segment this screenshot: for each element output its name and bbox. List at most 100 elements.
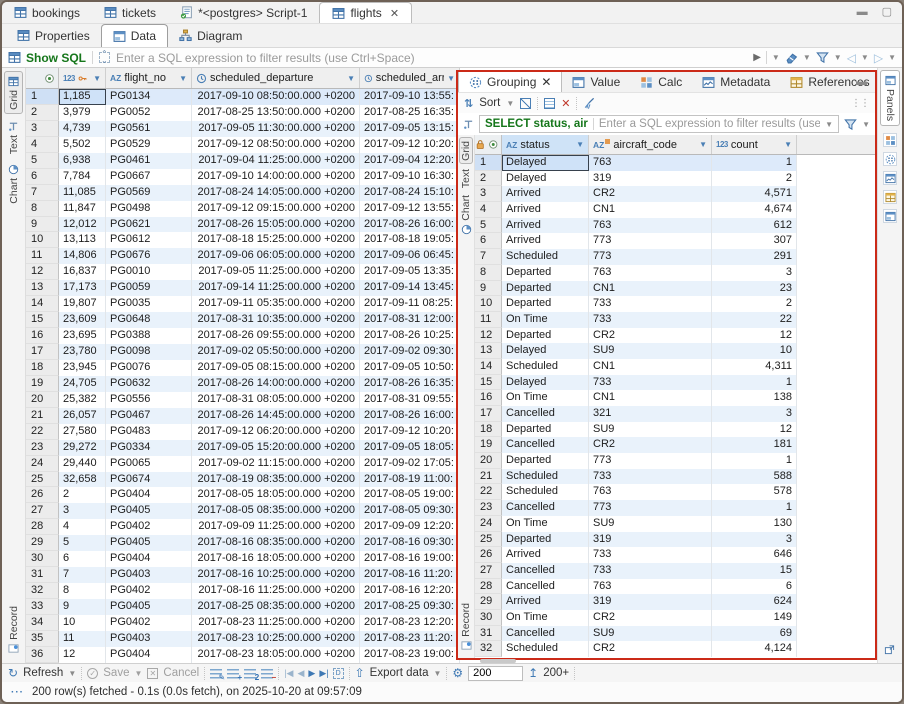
row-number[interactable]: 7: [475, 249, 502, 265]
row-number[interactable]: 8: [26, 201, 59, 217]
cell[interactable]: Departed: [502, 265, 589, 281]
cancel-button[interactable]: Cancel: [163, 667, 199, 679]
sort-button[interactable]: Sort: [479, 97, 500, 109]
cell[interactable]: 10: [712, 343, 797, 359]
cell[interactable]: 2017-09-12 09:15:00.000 +0200: [192, 201, 360, 217]
cell[interactable]: 2017-09-05 11:25:00.000 +0200: [192, 264, 360, 280]
row-number[interactable]: 30: [475, 610, 502, 626]
row-number[interactable]: 2: [475, 171, 502, 187]
table-row[interactable]: 11On Time73322: [475, 312, 875, 328]
cell[interactable]: 2017-09-09 12:20:: [360, 519, 460, 535]
filter-input[interactable]: Enter a SQL expression to filter results…: [116, 51, 747, 65]
cell[interactable]: 733: [589, 375, 712, 391]
cell[interactable]: PG0404: [106, 487, 192, 503]
cell[interactable]: 2017-08-05 19:00:: [360, 487, 460, 503]
row-number[interactable]: 13: [26, 280, 59, 296]
cell[interactable]: PG0403: [106, 631, 192, 647]
row-number[interactable]: 35: [26, 631, 59, 647]
close-icon[interactable]: ✕: [541, 75, 551, 89]
row-number[interactable]: 28: [26, 519, 59, 535]
refresh-icon[interactable]: ↻: [8, 666, 18, 680]
table-row[interactable]: 2532,658PG06742017-08-19 08:35:00.000 +0…: [26, 472, 460, 488]
cell[interactable]: PG0405: [106, 599, 192, 615]
row-number[interactable]: 18: [26, 360, 59, 376]
table-row[interactable]: 23,979PG00522017-08-25 13:50:00.000 +020…: [26, 105, 460, 121]
cell[interactable]: 2017-08-16 19:00:: [360, 551, 460, 567]
cell[interactable]: 4,739: [59, 121, 106, 137]
next-row-icon[interactable]: ▶: [308, 668, 315, 679]
cell[interactable]: Scheduled: [502, 359, 589, 375]
cell[interactable]: 2017-09-05 13:35:: [360, 264, 460, 280]
cell[interactable]: Scheduled: [502, 641, 589, 657]
cell[interactable]: 319: [589, 532, 712, 548]
table-row[interactable]: 20Departed7731: [475, 453, 875, 469]
cell[interactable]: 2017-09-05 15:20:00.000 +0200: [192, 440, 360, 456]
chevron-down-icon[interactable]: ▼: [772, 53, 780, 62]
tab-metadata[interactable]: Metadata: [692, 72, 780, 92]
tab-properties[interactable]: Properties: [6, 24, 101, 47]
cell[interactable]: 2017-08-24 14:05:00.000 +0200: [192, 185, 360, 201]
cell[interactable]: 2017-09-04 12:20:: [360, 153, 460, 169]
cell[interactable]: 2017-09-02 11:15:00.000 +0200: [192, 456, 360, 472]
cell[interactable]: 3: [712, 265, 797, 281]
cell[interactable]: 588: [712, 469, 797, 485]
row-number[interactable]: 6: [475, 233, 502, 249]
cell[interactable]: Departed: [502, 532, 589, 548]
table-row[interactable]: 13DelayedSU910: [475, 343, 875, 359]
table-row[interactable]: 4ArrivedCN14,674: [475, 202, 875, 218]
table-row[interactable]: 14ScheduledCN14,311: [475, 359, 875, 375]
chevron-down-icon[interactable]: ▼: [803, 53, 811, 62]
tab-calc[interactable]: Calc: [630, 72, 692, 92]
cell[interactable]: CN1: [589, 359, 712, 375]
cell[interactable]: 4,571: [712, 186, 797, 202]
table-row[interactable]: 56,938PG04612017-09-04 11:25:00.000 +020…: [26, 153, 460, 169]
cell[interactable]: 578: [712, 484, 797, 500]
cell[interactable]: On Time: [502, 610, 589, 626]
row-number[interactable]: 16: [26, 328, 59, 344]
first-row-icon[interactable]: |◀: [284, 668, 293, 679]
cell[interactable]: 2017-08-16 08:35:00.000 +0200: [192, 535, 360, 551]
table-row[interactable]: 9DepartedCN123: [475, 281, 875, 297]
cell[interactable]: 11: [59, 631, 106, 647]
table-row[interactable]: 328PG04022017-08-16 11:25:00.000 +020020…: [26, 583, 460, 599]
row-number[interactable]: 5: [26, 153, 59, 169]
row-number[interactable]: 12: [26, 264, 59, 280]
cell[interactable]: On Time: [502, 312, 589, 328]
cell[interactable]: 2017-08-26 15:05:00.000 +0200: [192, 217, 360, 233]
chevron-down-icon[interactable]: ▼: [347, 74, 355, 83]
gear-icon[interactable]: ⚙: [452, 666, 463, 680]
row-number[interactable]: 13: [475, 343, 502, 359]
cell[interactable]: PG0065: [106, 456, 192, 472]
row-number[interactable]: 26: [26, 487, 59, 503]
table-row[interactable]: 2329,272PG03342017-09-05 15:20:00.000 +0…: [26, 440, 460, 456]
table-row[interactable]: 306PG04042017-08-16 18:05:00.000 +020020…: [26, 551, 460, 567]
row-number[interactable]: 5: [475, 218, 502, 234]
cell[interactable]: 733: [589, 312, 712, 328]
row-number[interactable]: 34: [26, 615, 59, 631]
cell[interactable]: PG0402: [106, 583, 192, 599]
tab-data[interactable]: Data: [101, 24, 168, 47]
cell[interactable]: PG0052: [106, 105, 192, 121]
cell[interactable]: 2017-08-05 08:35:00.000 +0200: [192, 503, 360, 519]
table-row[interactable]: 25Departed3193: [475, 532, 875, 548]
cell[interactable]: 2017-08-26 16:00:: [360, 408, 460, 424]
cell[interactable]: PG0404: [106, 551, 192, 567]
refresh-button[interactable]: Refresh: [23, 667, 63, 679]
cell[interactable]: 2017-08-23 10:25:00.000 +0200: [192, 631, 360, 647]
cell[interactable]: 23: [712, 281, 797, 297]
table-row[interactable]: 28Cancelled7636: [475, 579, 875, 595]
cell[interactable]: 2017-09-04 11:25:00.000 +0200: [192, 153, 360, 169]
cell[interactable]: 3,979: [59, 105, 106, 121]
cell[interactable]: 2017-08-18 15:25:00.000 +0200: [192, 232, 360, 248]
cell[interactable]: CR2: [589, 328, 712, 344]
row-number[interactable]: 32: [475, 641, 502, 657]
table-row[interactable]: 811,847PG04982017-09-12 09:15:00.000 +02…: [26, 201, 460, 217]
cell[interactable]: PG0556: [106, 392, 192, 408]
tab-text[interactable]: Text: [4, 117, 23, 157]
cell[interactable]: 13,113: [59, 232, 106, 248]
overflow-menu-icon[interactable]: ⋮⋮: [851, 98, 869, 109]
table-row[interactable]: 3612PG04042017-08-23 18:05:00.000 +02002…: [26, 647, 460, 663]
cell[interactable]: 2017-09-12 08:50:00.000 +0200: [192, 137, 360, 153]
cell[interactable]: 2017-09-12 10:20:: [360, 424, 460, 440]
cell[interactable]: 19,807: [59, 296, 106, 312]
